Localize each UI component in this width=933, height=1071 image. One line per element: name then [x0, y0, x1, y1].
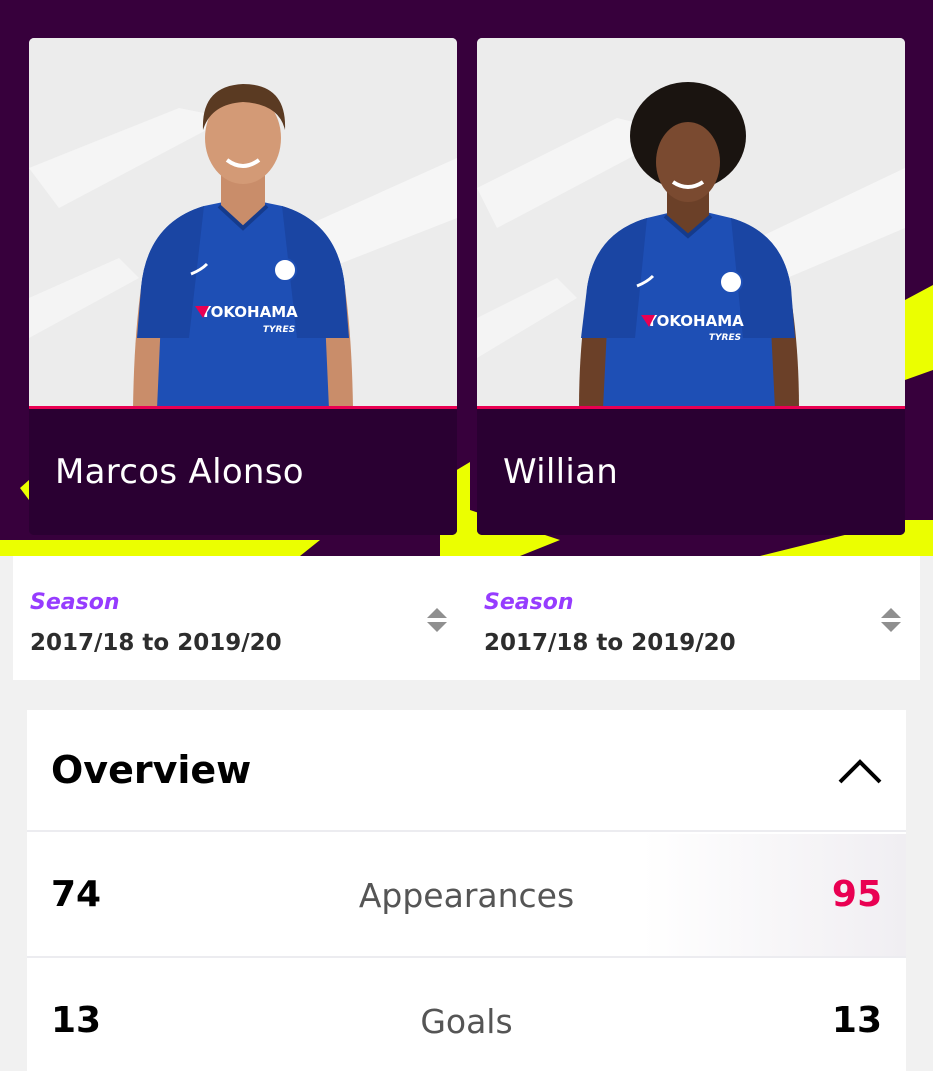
stat-label: Goals [420, 1002, 513, 1041]
stat-row-appearances: 74 Appearances 95 [27, 834, 906, 958]
stat-row-goals: 13 Goals 13 [27, 960, 906, 1071]
player-name: Marcos Alonso [55, 452, 304, 492]
name-bar: Willian [477, 409, 905, 535]
overview-title: Overview [51, 748, 252, 792]
season-selector-panel: Season 2017/18 to 2019/20 Season 2017/18… [13, 556, 920, 680]
player-name: Willian [503, 452, 619, 492]
overview-section: Overview 74 Appearances 95 13 Goals 13 [27, 710, 906, 1071]
svg-text:TYRES: TYRES [263, 325, 295, 335]
season-label: Season [484, 590, 574, 615]
svg-text:YOKOHAMA: YOKOHAMA [645, 312, 744, 330]
stat-label: Appearances [358, 876, 575, 915]
sort-arrows-icon[interactable] [426, 606, 448, 634]
player-card-right[interactable]: YOKOHAMA TYRES Willian [477, 38, 905, 535]
season-selector-right[interactable]: Season 2017/18 to 2019/20 [484, 556, 920, 680]
name-bar: Marcos Alonso [29, 409, 457, 535]
season-selector-left[interactable]: Season 2017/18 to 2019/20 [30, 556, 470, 680]
chevron-up-icon[interactable] [837, 758, 883, 786]
overview-header[interactable]: Overview [27, 710, 906, 832]
svg-text:YOKOHAMA: YOKOHAMA [199, 303, 298, 321]
season-value: 2017/18 to 2019/20 [30, 630, 282, 656]
stat-right-value: 13 [831, 1000, 882, 1041]
player-photo: YOKOHAMA TYRES [29, 38, 457, 409]
svg-text:TYRES: TYRES [709, 333, 741, 343]
season-value: 2017/18 to 2019/20 [484, 630, 736, 656]
season-label: Season [30, 590, 120, 615]
stat-right-value: 95 [831, 874, 882, 915]
player-photo: YOKOHAMA TYRES [477, 38, 905, 409]
player-card-left[interactable]: YOKOHAMA TYRES Marcos Alonso [29, 38, 457, 535]
comparison-header: YOKOHAMA TYRES Marcos Alonso YOKOHAMA TY… [0, 0, 933, 556]
sort-arrows-icon[interactable] [880, 606, 902, 634]
